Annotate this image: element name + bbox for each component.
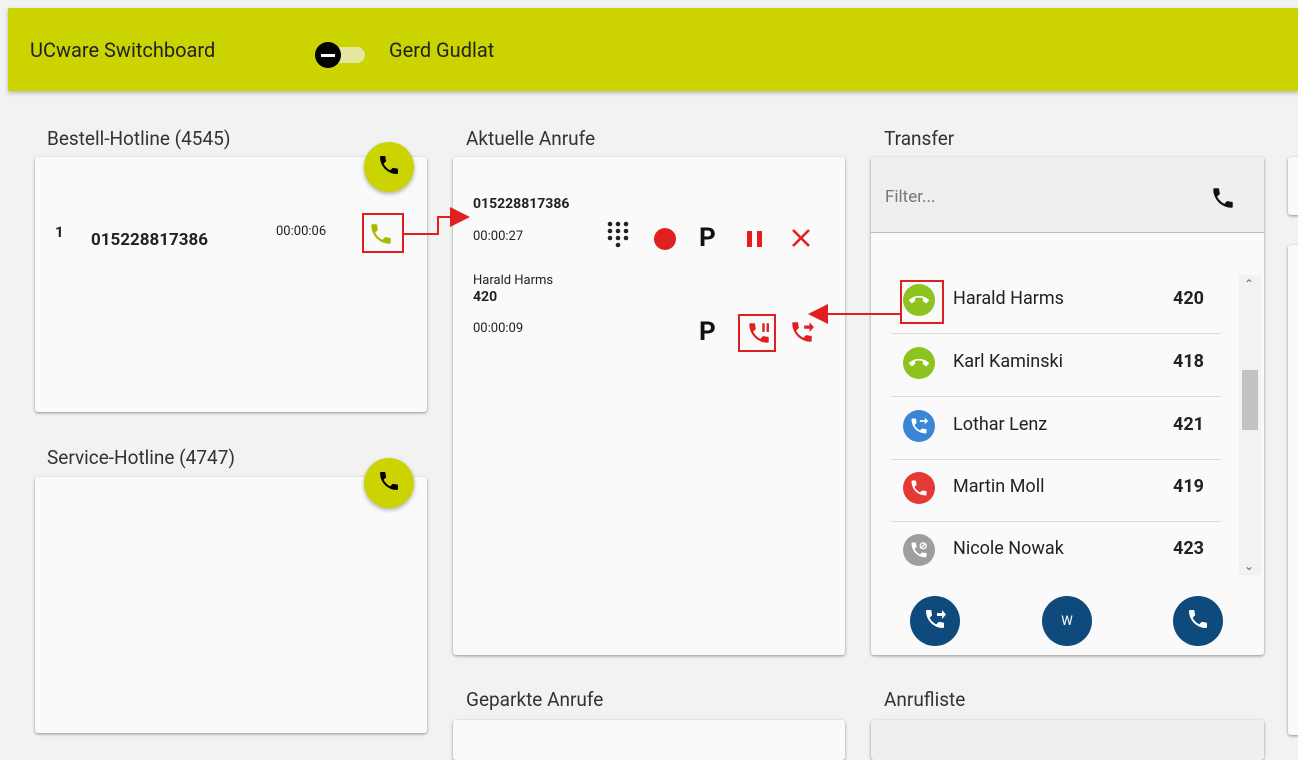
annotation-arrow: [404, 207, 470, 235]
annotation-arrows: [404, 207, 900, 324]
